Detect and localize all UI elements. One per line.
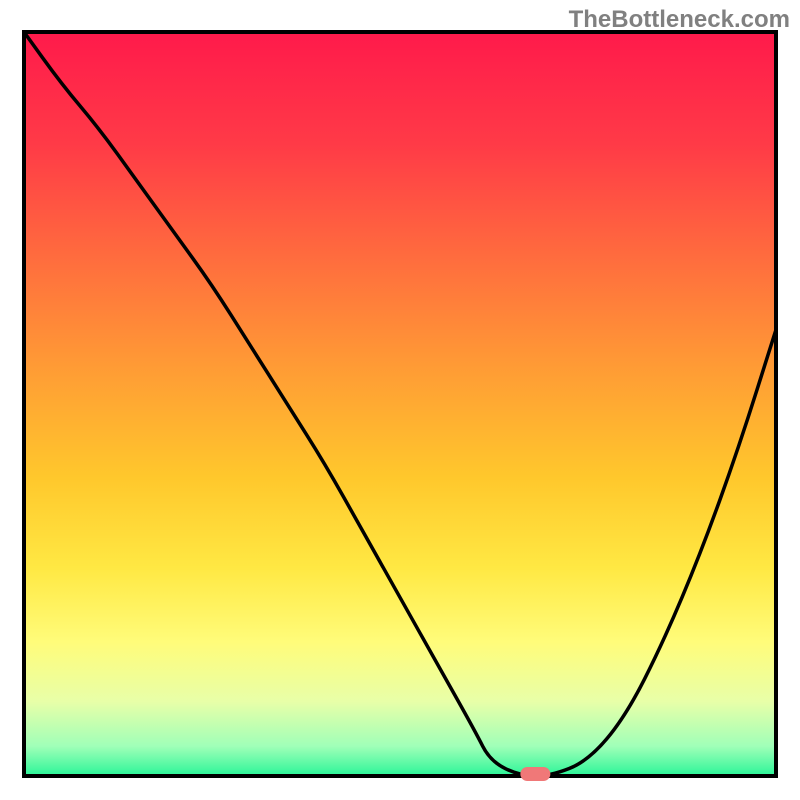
optimal-marker bbox=[520, 767, 550, 781]
chart-svg bbox=[0, 0, 800, 800]
watermark-text: TheBottleneck.com bbox=[569, 6, 790, 34]
plot-background bbox=[24, 32, 776, 776]
chart-container: TheBottleneck.com bbox=[0, 0, 800, 800]
